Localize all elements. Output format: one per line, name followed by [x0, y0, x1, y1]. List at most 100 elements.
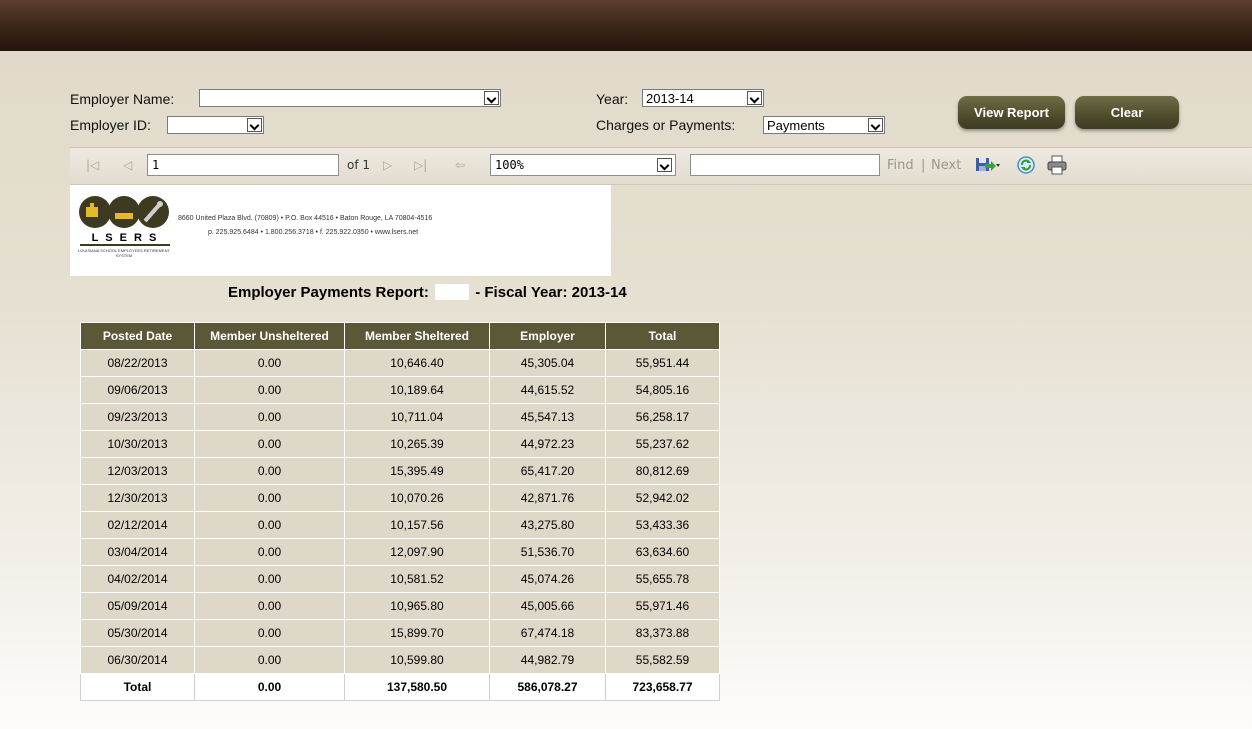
find-link[interactable]: Find	[887, 158, 914, 173]
zoom-select[interactable]: 100%	[490, 154, 676, 176]
clear-button[interactable]: Clear	[1075, 96, 1179, 129]
first-page-icon[interactable]: |◁	[86, 158, 99, 172]
table-cell: 0.00	[194, 592, 345, 620]
table-cell: 0.00	[194, 511, 345, 539]
table-cell: 723,658.77	[605, 673, 720, 701]
table-cell: 52,942.02	[605, 484, 720, 512]
table-cell: 05/30/2014	[80, 619, 195, 647]
table-header-row: Posted Date Member Unsheltered Member Sh…	[80, 322, 720, 350]
table-cell: 45,074.26	[489, 565, 606, 593]
charges-payments-select[interactable]: Payments	[763, 116, 885, 134]
page-number-input[interactable]: 1	[147, 154, 339, 176]
table-cell: 15,395.49	[344, 457, 490, 485]
table-cell: 10,711.04	[344, 403, 490, 431]
table-cell: 44,615.52	[489, 376, 606, 404]
page-count-label: of 1	[347, 158, 371, 172]
table-cell: 51,536.70	[489, 538, 606, 566]
chevron-down-icon	[484, 91, 499, 105]
payments-table: Posted Date Member Unsheltered Member Sh…	[80, 322, 720, 701]
chevron-down-icon	[247, 118, 262, 132]
table-cell: 0.00	[194, 457, 345, 485]
column-header: Member Unsheltered	[194, 322, 345, 350]
table-cell: 55,951.44	[605, 349, 720, 377]
table-cell: 0.00	[194, 565, 345, 593]
back-icon[interactable]: ⇦	[455, 158, 465, 172]
find-separator: |	[921, 158, 926, 173]
employer-id-label: Employer ID:	[70, 117, 151, 133]
table-row: 02/12/2014 0.00 10,157.56 43,275.80 53,433.3…	[80, 511, 720, 539]
letterhead: L S E R S LOUISIANA SCHOOL EMPLOYEES RET…	[70, 185, 611, 276]
table-cell: 0.00	[194, 646, 345, 674]
table-cell: Total	[80, 673, 195, 701]
find-input[interactable]	[690, 154, 880, 176]
table-cell: 0.00	[194, 430, 345, 458]
table-cell: 0.00	[194, 403, 345, 431]
table-cell: 0.00	[194, 673, 345, 701]
employer-name-label: Employer Name:	[70, 91, 175, 107]
table-cell: 42,871.76	[489, 484, 606, 512]
table-row: 12/30/2013 0.00 10,070.26 42,871.76 52,942.0…	[80, 484, 720, 512]
column-header: Member Sheltered	[344, 322, 490, 350]
prev-page-icon[interactable]: ◁	[123, 158, 132, 172]
table-cell: 15,899.70	[344, 619, 490, 647]
table-cell: 10,157.56	[344, 511, 490, 539]
table-row: 03/04/2014 0.00 12,097.90 51,536.70 63,634.6…	[80, 538, 720, 566]
table-cell: 65,417.20	[489, 457, 606, 485]
table-cell: 56,258.17	[605, 403, 720, 431]
table-cell: 55,971.46	[605, 592, 720, 620]
last-page-icon[interactable]: ▷|	[414, 158, 427, 172]
table-cell: 09/06/2013	[80, 376, 195, 404]
employer-name-blank	[435, 284, 470, 300]
report-title: Employer Payments Report: - Fiscal Year:…	[228, 284, 627, 301]
table-cell: 10,189.64	[344, 376, 490, 404]
table-cell: 12/03/2013	[80, 457, 195, 485]
year-select[interactable]: 2013-14	[642, 89, 764, 107]
print-icon[interactable]	[1046, 155, 1068, 178]
chevron-down-icon	[657, 158, 672, 172]
table-cell: 137,580.50	[344, 673, 490, 701]
column-header: Total	[605, 322, 720, 350]
chevron-down-icon	[868, 118, 883, 132]
table-cell: 44,982.79	[489, 646, 606, 674]
table-cell: 54,805.16	[605, 376, 720, 404]
table-row: 09/23/2013 0.00 10,711.04 45,547.13 56,258.1…	[80, 403, 720, 431]
table-cell: 12/30/2013	[80, 484, 195, 512]
table-cell: 10,265.39	[344, 430, 490, 458]
letterhead-address: 8660 United Plaza Blvd. (70809) • P.O. B…	[178, 215, 433, 222]
table-cell: 04/02/2014	[80, 565, 195, 593]
column-header: Posted Date	[80, 322, 195, 350]
table-cell: 55,582.59	[605, 646, 720, 674]
table-cell: 63,634.60	[605, 538, 720, 566]
table-cell: 05/09/2014	[80, 592, 195, 620]
table-cell: 09/23/2013	[80, 403, 195, 431]
table-cell: 44,972.23	[489, 430, 606, 458]
table-cell: 12,097.90	[344, 538, 490, 566]
table-cell: 06/30/2014	[80, 646, 195, 674]
table-cell: 53,433.36	[605, 511, 720, 539]
table-cell: 0.00	[194, 619, 345, 647]
table-cell: 10,599.80	[344, 646, 490, 674]
logo-org-name: LOUISIANA SCHOOL EMPLOYEES RETIREMENT SY…	[78, 248, 170, 258]
table-cell: 0.00	[194, 538, 345, 566]
table-cell: 0.00	[194, 349, 345, 377]
lsers-logo-icon	[78, 193, 170, 234]
view-report-button[interactable]: View Report	[958, 96, 1065, 129]
next-link[interactable]: Next	[931, 158, 961, 173]
table-cell: 10/30/2013	[80, 430, 195, 458]
top-header-bar	[0, 0, 1252, 51]
export-icon[interactable]	[975, 156, 1001, 177]
employer-id-select[interactable]	[167, 116, 264, 134]
charges-payments-value: Payments	[767, 118, 825, 133]
zoom-value: 100%	[495, 158, 524, 172]
table-row: 10/30/2013 0.00 10,265.39 44,972.23 55,237.6…	[80, 430, 720, 458]
table-cell: 10,581.52	[344, 565, 490, 593]
table-cell: 10,965.80	[344, 592, 490, 620]
letterhead-contact: p. 225.925.6484 • 1.800.256.3718 • f. 22…	[208, 229, 419, 236]
table-cell: 55,237.62	[605, 430, 720, 458]
table-cell: 10,070.26	[344, 484, 490, 512]
table-cell: 0.00	[194, 376, 345, 404]
table-cell: 43,275.80	[489, 511, 606, 539]
next-page-icon[interactable]: ▷	[383, 158, 392, 172]
refresh-icon[interactable]	[1016, 155, 1036, 178]
employer-name-select[interactable]	[199, 89, 501, 107]
